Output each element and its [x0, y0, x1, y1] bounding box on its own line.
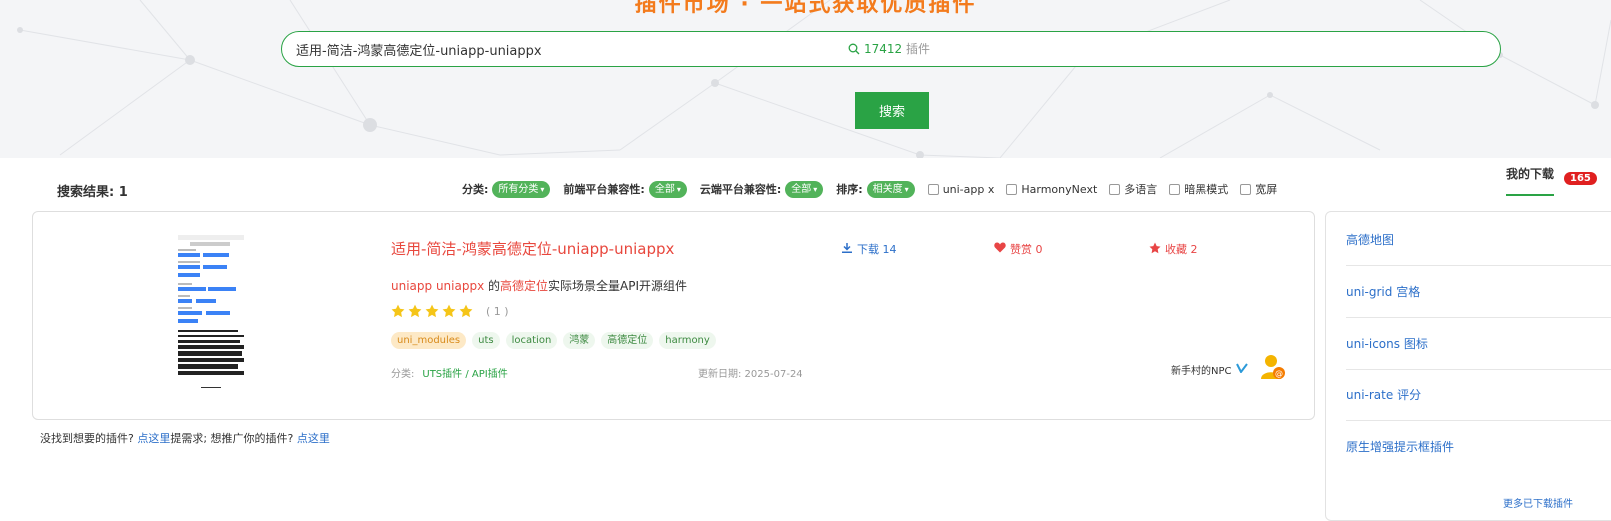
search-icon	[848, 43, 860, 58]
category-filter-label: 分类:	[462, 183, 489, 196]
checkbox-harmonynext[interactable]: HarmonyNext	[1006, 183, 1097, 196]
svg-text:@: @	[1275, 369, 1283, 378]
chevron-down-icon: ▾	[813, 184, 818, 194]
desc-highlight: uniapp uniappx	[391, 279, 485, 293]
download-icon	[841, 242, 853, 257]
rating-star-icon	[408, 304, 422, 318]
plugin-description: uniapp uniappx 的高德定位实际场景全量API开源组件	[391, 277, 687, 294]
verified-icon	[1235, 363, 1248, 376]
hero-title: 插件市场 · 一站式获取优质插件	[634, 0, 977, 17]
rating-star-icon	[459, 304, 473, 318]
more-downloads-link[interactable]: 更多已下载插件	[1503, 495, 1573, 510]
tag-uni-modules[interactable]: uni_modules	[391, 332, 467, 349]
downloaded-plugins-panel: 高德地图 uni-grid 宫格 uni-icons 图标 uni-rate 评…	[1325, 211, 1611, 521]
update-date: 更新日期: 2025-07-24	[698, 369, 803, 380]
tag-amap-location[interactable]: 高德定位	[601, 332, 654, 349]
search-button[interactable]: 搜索	[855, 92, 929, 129]
plugin-count-unit: 插件	[906, 42, 931, 56]
plugin-title-link[interactable]: 适用-简洁-鸿蒙高德定位-uniapp-uniappx	[391, 238, 674, 259]
my-downloads-tab[interactable]: 我的下载	[1506, 165, 1555, 196]
favorite-stat[interactable]: 收藏 2	[1149, 241, 1198, 257]
category-link[interactable]: UTS插件 / API插件	[422, 369, 507, 380]
note-text: 没找到想要的插件?	[40, 432, 138, 445]
favorite-count: 收藏 2	[1165, 243, 1198, 256]
desc-highlight: 高德定位	[500, 279, 549, 293]
tag-list: uni_modules uts location 鸿蒙 高德定位 harmony	[391, 332, 722, 349]
heart-icon	[994, 242, 1006, 256]
checkbox-label: 暗黑模式	[1184, 183, 1229, 196]
chevron-down-icon: ▾	[676, 184, 681, 194]
checkbox-box[interactable]	[1109, 183, 1121, 195]
chevron-down-icon: ▾	[540, 184, 545, 194]
sort-filter-value: 相关度	[872, 183, 903, 195]
network-background	[17, 0, 1611, 158]
promote-link[interactable]: 点这里	[297, 432, 330, 445]
note-text: 提需求; 想推广你的插件?	[170, 432, 297, 445]
tag-uts[interactable]: uts	[472, 332, 500, 349]
frontend-filter-label: 前端平台兼容性:	[563, 183, 645, 196]
tag-harmony-cn[interactable]: 鸿蒙	[563, 332, 596, 349]
download-count: 下载 14	[857, 243, 897, 256]
rating-star-icon	[442, 304, 456, 318]
chevron-down-icon: ▾	[904, 184, 909, 194]
download-count-badge: 165	[1564, 172, 1597, 185]
downloaded-item[interactable]: uni-grid 宫格	[1346, 267, 1611, 318]
rating: ( 1 )	[391, 304, 509, 318]
sort-filter-dropdown[interactable]: 相关度 ▾	[866, 180, 915, 198]
checkbox-label: uni-app x	[942, 182, 995, 196]
sort-filter-label: 排序:	[836, 183, 863, 196]
rating-star-icon	[391, 304, 405, 318]
plugin-thumbnail[interactable]	[176, 233, 246, 393]
downloaded-item[interactable]: uni-rate 评分	[1346, 370, 1611, 421]
checkbox-box[interactable]	[1006, 183, 1018, 195]
plugin-count-hint: 17412 插件	[848, 40, 930, 58]
checkbox-box[interactable]	[1240, 183, 1252, 195]
request-link[interactable]: 点这里	[137, 432, 170, 445]
checkbox-dark-mode[interactable]: 暗黑模式	[1169, 181, 1228, 197]
downloaded-item[interactable]: 原生增强提示框插件	[1346, 422, 1611, 472]
checkbox-label: 多语言	[1124, 183, 1158, 196]
avatar[interactable]: @	[1260, 353, 1286, 385]
desc-text: 实际场景全量API开源组件	[548, 279, 688, 293]
checkbox-box[interactable]	[927, 183, 939, 195]
like-count: 赞赏 0	[1010, 243, 1043, 256]
download-stat[interactable]: 下载 14	[841, 241, 897, 257]
filter-bar: 分类: 所有分类 ▾ 前端平台兼容性: 全部 ▾ 云端平台兼容性: 全部 ▾ 排序: …	[462, 179, 1289, 199]
rating-count: ( 1 )	[486, 304, 509, 318]
author-name: 新手村的NPC	[1171, 366, 1232, 377]
checkbox-widescreen[interactable]: 宽屏	[1240, 181, 1277, 197]
checkbox-label: 宽屏	[1255, 183, 1278, 196]
star-icon	[1149, 242, 1161, 257]
cloud-filter-label: 云端平台兼容性:	[699, 183, 782, 196]
cloud-filter-value: 全部	[791, 183, 812, 195]
tag-harmony[interactable]: harmony	[659, 332, 716, 349]
checkbox-box[interactable]	[1169, 183, 1181, 195]
plugin-category: 分类: UTS插件 / API插件	[391, 365, 508, 380]
downloaded-item[interactable]: uni-icons 图标	[1346, 319, 1611, 370]
search-result-count: 搜索结果: 1	[57, 185, 128, 200]
frontend-filter-value: 全部	[654, 183, 675, 195]
category-filter-dropdown[interactable]: 所有分类 ▾	[492, 180, 551, 198]
checkbox-label: HarmonyNext	[1021, 182, 1098, 196]
search-input[interactable]: 适用-简洁-鸿蒙高德定位-uniapp-uniappx 17412 插件	[281, 31, 1501, 67]
plugin-card[interactable]: 适用-简洁-鸿蒙高德定位-uniapp-uniappx 下载 14 赞赏 0 收…	[32, 211, 1315, 420]
hero-banner: 插件市场 · 一站式获取优质插件 适用-简洁-鸿蒙高德定位-uniapp-uni…	[0, 0, 1611, 158]
category-filter-value: 所有分类	[498, 183, 539, 195]
search-input-value: 适用-简洁-鸿蒙高德定位-uniapp-uniappx	[296, 44, 542, 59]
category-label: 分类:	[391, 369, 415, 380]
like-stat[interactable]: 赞赏 0	[994, 241, 1043, 257]
downloaded-item[interactable]: 高德地图	[1346, 215, 1611, 266]
help-note: 没找到想要的插件? 点这里提需求; 想推广你的插件? 点这里	[40, 430, 330, 446]
frontend-filter-dropdown[interactable]: 全部 ▾	[648, 180, 687, 198]
cloud-filter-dropdown[interactable]: 全部 ▾	[785, 180, 824, 198]
checkbox-multilang[interactable]: 多语言	[1109, 181, 1157, 197]
checkbox-uni-app-x[interactable]: uni-app x	[927, 182, 995, 196]
plugin-count: 17412	[864, 42, 903, 56]
rating-star-icon	[425, 304, 439, 318]
tag-location[interactable]: location	[505, 332, 558, 349]
author-link[interactable]: 新手村的NPC	[1171, 362, 1248, 377]
rating-stars	[391, 304, 476, 318]
desc-text: 的	[484, 279, 501, 293]
